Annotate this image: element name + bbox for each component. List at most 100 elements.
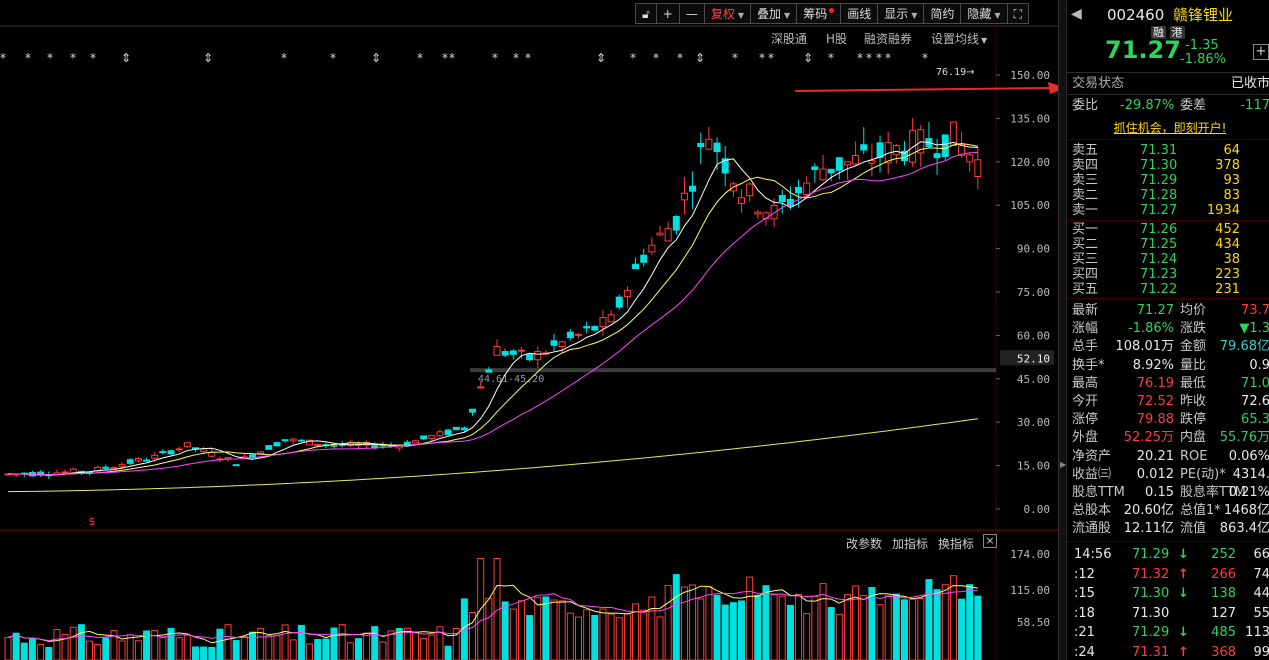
event-star-icon[interactable]: *	[47, 51, 53, 65]
candle-body[interactable]	[778, 195, 786, 202]
event-star-icon[interactable]: *	[492, 51, 498, 65]
huanzhibiao-button[interactable]: 换指标	[938, 535, 974, 552]
candle-body[interactable]	[575, 333, 582, 336]
volume-bar[interactable]	[672, 574, 680, 660]
candle-body[interactable]	[892, 145, 900, 156]
candle-body[interactable]	[257, 451, 265, 455]
volume-bar[interactable]	[306, 643, 314, 660]
candle-body[interactable]	[436, 431, 444, 437]
event-star-icon[interactable]: *	[70, 51, 76, 65]
candle-body[interactable]	[689, 185, 697, 192]
volume-bar[interactable]	[412, 631, 419, 660]
volume-bar[interactable]	[444, 645, 452, 660]
candle-body[interactable]	[110, 467, 118, 470]
event-star-icon[interactable]: *	[449, 51, 455, 65]
volume-bar[interactable]	[795, 593, 803, 660]
candle-body[interactable]	[966, 154, 974, 163]
add-watchlist-button[interactable]: +	[1253, 44, 1269, 60]
candle-body[interactable]	[705, 138, 713, 150]
volume-bar[interactable]	[729, 602, 737, 660]
chouma-button[interactable]: 筹码	[796, 3, 842, 24]
candle-body[interactable]	[452, 426, 460, 431]
candle-body[interactable]	[697, 142, 705, 148]
candle-body[interactable]	[852, 155, 860, 165]
event-star-icon[interactable]: *	[857, 51, 863, 65]
volume-bar[interactable]	[297, 624, 305, 660]
candle-body[interactable]	[428, 435, 436, 440]
volume-bar[interactable]	[591, 614, 599, 660]
candle-body[interactable]	[159, 451, 167, 454]
volume-bar[interactable]	[778, 595, 786, 660]
zoom-out-button[interactable]: —	[678, 3, 705, 24]
volume-bar[interactable]	[623, 613, 631, 660]
event-arrow-icon[interactable]: ⇕	[203, 51, 213, 65]
shengutong-link[interactable]: 深股通	[771, 30, 807, 47]
volume-bar[interactable]	[550, 599, 558, 660]
volume-bar[interactable]	[958, 598, 966, 660]
volume-bar[interactable]	[974, 595, 982, 660]
event-star-icon[interactable]: *	[828, 51, 834, 65]
volume-bar[interactable]	[680, 586, 688, 660]
volume-bar[interactable]	[876, 604, 884, 660]
event-star-icon[interactable]: *	[677, 51, 683, 65]
volume-bar[interactable]	[338, 624, 346, 660]
volume-bar[interactable]	[689, 584, 697, 660]
diejia-dropdown[interactable]: 叠加 ▼	[750, 3, 798, 24]
volume-bar[interactable]	[37, 643, 45, 660]
candle-body[interactable]	[615, 296, 623, 308]
volume-bar[interactable]	[786, 604, 794, 660]
candle-body[interactable]	[134, 458, 142, 462]
candle-body[interactable]	[534, 351, 542, 361]
volume-bar[interactable]	[615, 617, 623, 660]
event-star-icon[interactable]: *	[653, 51, 659, 65]
volume-bar[interactable]	[746, 576, 754, 660]
volume-bar[interactable]	[363, 632, 371, 660]
candle-body[interactable]	[754, 211, 762, 215]
volume-bar[interactable]	[697, 598, 705, 660]
volume-bar[interactable]	[509, 608, 517, 660]
volume-bar[interactable]	[713, 594, 721, 660]
volume-bar[interactable]	[126, 634, 134, 660]
candle-body[interactable]	[143, 459, 151, 462]
candle-body[interactable]	[501, 351, 509, 356]
candle-body[interactable]	[566, 331, 574, 339]
event-arrow-icon[interactable]: ⇕	[695, 51, 705, 65]
volume-bar[interactable]	[770, 594, 778, 660]
candle-body[interactable]	[599, 317, 607, 328]
candle-body[interactable]	[102, 466, 110, 469]
event-star-icon[interactable]: *	[525, 51, 531, 65]
volume-bar[interactable]	[102, 637, 110, 660]
volume-bar[interactable]	[941, 584, 949, 660]
zoom-in-button[interactable]: +	[655, 3, 680, 24]
volume-bar[interactable]	[371, 626, 379, 660]
volume-bar[interactable]	[754, 594, 762, 660]
candle-body[interactable]	[941, 134, 949, 157]
candle-body[interactable]	[795, 186, 803, 194]
volume-bar[interactable]	[281, 624, 289, 660]
volume-bar[interactable]	[583, 609, 591, 660]
back-arrow-icon[interactable]: ◀	[1071, 6, 1083, 22]
candle-body[interactable]	[509, 350, 517, 355]
volume-bar[interactable]	[843, 594, 851, 660]
event-star-icon[interactable]: *	[885, 51, 891, 65]
volume-bar[interactable]	[183, 634, 191, 660]
dividend-marker-icon[interactable]: $	[89, 515, 96, 528]
event-star-icon[interactable]: *	[25, 51, 31, 65]
volume-bar[interactable]	[314, 639, 322, 660]
candle-body[interactable]	[819, 168, 827, 181]
volume-bar[interactable]	[811, 595, 819, 660]
volume-bar[interactable]	[69, 626, 77, 660]
event-arrow-icon[interactable]: ⇕	[803, 51, 813, 65]
candle-body[interactable]	[183, 442, 191, 448]
volume-bar[interactable]	[45, 646, 53, 660]
candle-body[interactable]	[860, 144, 868, 151]
candle-body[interactable]	[933, 153, 941, 159]
volume-bar[interactable]	[925, 579, 933, 660]
candle-body[interactable]	[460, 427, 468, 431]
candle-body[interactable]	[558, 341, 566, 347]
event-star-icon[interactable]: *	[0, 51, 6, 65]
volume-bar[interactable]	[159, 637, 167, 660]
candle-body[interactable]	[200, 448, 208, 452]
volume-bar[interactable]	[501, 601, 509, 660]
volume-bar[interactable]	[558, 600, 566, 660]
